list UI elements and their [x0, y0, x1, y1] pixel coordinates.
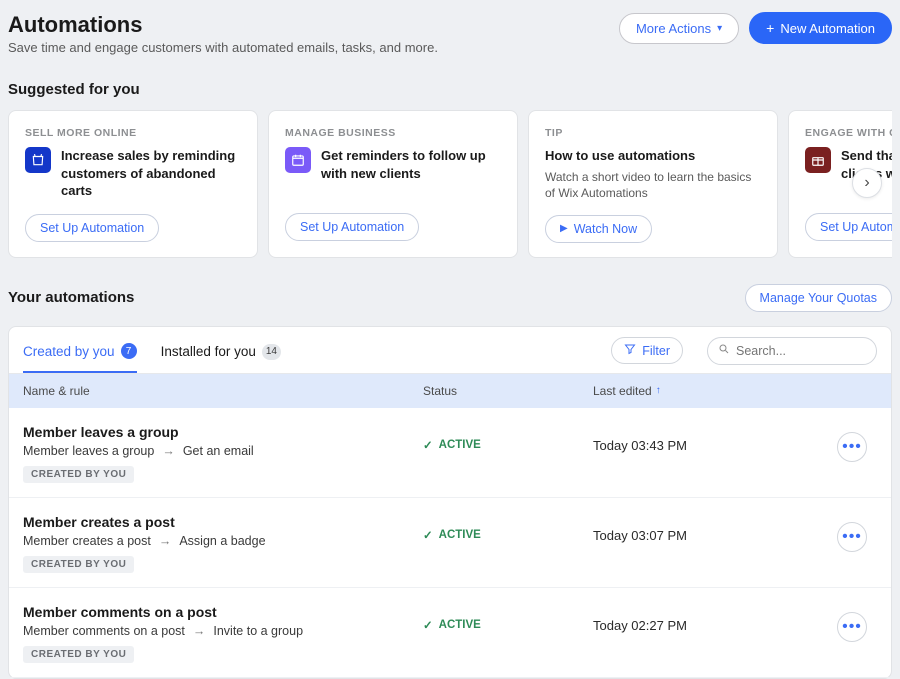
row-action: Invite to a group [213, 624, 303, 638]
set-up-automation-button[interactable]: Set Up Automation [805, 213, 892, 241]
col-last-edited[interactable]: Last edited ↑ [593, 384, 837, 398]
bag-icon [25, 147, 51, 173]
row-trigger: Member leaves a group [23, 444, 154, 458]
card-eyebrow: MANAGE BUSINESS [285, 127, 501, 139]
check-icon: ✓ [423, 438, 433, 452]
table-row[interactable]: Member leaves a group Member leaves a gr… [9, 408, 891, 498]
filter-button[interactable]: Filter [611, 337, 683, 364]
card-text: Get reminders to follow up with new clie… [321, 147, 501, 182]
suggested-cards: SELL MORE ONLINE Increase sales by remin… [8, 110, 892, 258]
page-title: Automations [8, 12, 438, 38]
col-edited-label: Last edited [593, 384, 652, 398]
row-title: Member creates a post [23, 514, 423, 530]
table-header: Name & rule Status Last edited ↑ [9, 374, 891, 408]
funnel-icon [624, 343, 636, 358]
search-field[interactable] [707, 337, 877, 365]
card-eyebrow: SELL MORE ONLINE [25, 127, 241, 139]
table-row[interactable]: Member creates a post Member creates a p… [9, 498, 891, 588]
card-title: How to use automations [545, 147, 761, 165]
row-edited: Today 03:07 PM [593, 514, 837, 543]
check-icon: ✓ [423, 618, 433, 632]
suggested-title: Suggested for you [8, 81, 892, 98]
arrow-right-icon: → [193, 624, 206, 638]
your-automations-title: Your automations [8, 289, 134, 306]
tab-count-badge: 7 [121, 343, 137, 359]
scroll-right-button[interactable]: › [852, 168, 882, 198]
row-menu-button[interactable]: ••• [837, 522, 867, 552]
tab-installed-for-you[interactable]: Installed for you 14 [161, 338, 281, 372]
row-menu-button[interactable]: ••• [837, 612, 867, 642]
gift-icon [805, 147, 831, 173]
filter-label: Filter [642, 344, 670, 358]
suggestion-card: MANAGE BUSINESS Get reminders to follow … [268, 110, 518, 258]
automations-panel: Created by you 7 Installed for you 14 Fi… [8, 326, 892, 679]
tab-label: Installed for you [161, 344, 256, 359]
card-desc: Watch a short video to learn the basics … [545, 169, 761, 201]
row-rule: Member comments on a post → Invite to a … [23, 624, 423, 638]
search-input[interactable] [736, 344, 866, 358]
row-menu-button[interactable]: ••• [837, 432, 867, 462]
suggestion-card: SELL MORE ONLINE Increase sales by remin… [8, 110, 258, 258]
status-label: ACTIVE [439, 529, 481, 541]
chevron-right-icon: › [864, 174, 869, 192]
arrow-right-icon: → [159, 534, 172, 548]
page-subtitle: Save time and engage customers with auto… [8, 40, 438, 55]
plus-icon: + [766, 20, 774, 36]
set-up-automation-button[interactable]: Set Up Automation [285, 213, 419, 241]
chevron-down-icon: ▾ [717, 23, 722, 34]
dots-icon: ••• [842, 528, 862, 546]
tab-count-badge: 14 [262, 344, 281, 360]
watch-label: Watch Now [574, 222, 637, 236]
dots-icon: ••• [842, 438, 862, 456]
manage-quotas-button[interactable]: Manage Your Quotas [745, 284, 892, 312]
play-icon: ▶ [560, 223, 568, 234]
row-title: Member leaves a group [23, 424, 423, 440]
tab-created-by-you[interactable]: Created by you 7 [23, 337, 137, 373]
search-icon [718, 342, 730, 360]
sort-asc-icon: ↑ [656, 385, 661, 396]
new-automation-label: New Automation [780, 21, 875, 36]
dots-icon: ••• [842, 618, 862, 636]
row-action: Get an email [183, 444, 254, 458]
row-trigger: Member creates a post [23, 534, 151, 548]
arrow-right-icon: → [162, 444, 175, 458]
row-tag: CREATED BY YOU [23, 646, 134, 663]
status-label: ACTIVE [439, 619, 481, 631]
set-up-automation-button[interactable]: Set Up Automation [25, 214, 159, 242]
card-eyebrow: TIP [545, 127, 761, 139]
calendar-icon [285, 147, 311, 173]
tab-label: Created by you [23, 344, 115, 359]
status-label: ACTIVE [439, 439, 481, 451]
card-eyebrow: ENGAGE WITH CLIENTS [805, 127, 892, 139]
check-icon: ✓ [423, 528, 433, 542]
row-rule: Member creates a post → Assign a badge [23, 534, 423, 548]
table-row[interactable]: Member comments on a post Member comment… [9, 588, 891, 678]
card-text: Increase sales by reminding customers of… [61, 147, 241, 200]
more-actions-label: More Actions [636, 21, 711, 36]
row-edited: Today 03:43 PM [593, 424, 837, 453]
row-tag: CREATED BY YOU [23, 466, 134, 483]
watch-now-button[interactable]: ▶ Watch Now [545, 215, 652, 243]
row-title: Member comments on a post [23, 604, 423, 620]
row-edited: Today 02:27 PM [593, 604, 837, 633]
suggestion-card: TIP How to use automations Watch a short… [528, 110, 778, 258]
row-trigger: Member comments on a post [23, 624, 185, 638]
more-actions-button[interactable]: More Actions ▾ [619, 13, 739, 44]
new-automation-button[interactable]: + New Automation [749, 12, 892, 44]
col-status[interactable]: Status [423, 384, 593, 398]
row-tag: CREATED BY YOU [23, 556, 134, 573]
col-name[interactable]: Name & rule [23, 384, 423, 398]
row-rule: Member leaves a group → Get an email [23, 444, 423, 458]
row-action: Assign a badge [179, 534, 265, 548]
